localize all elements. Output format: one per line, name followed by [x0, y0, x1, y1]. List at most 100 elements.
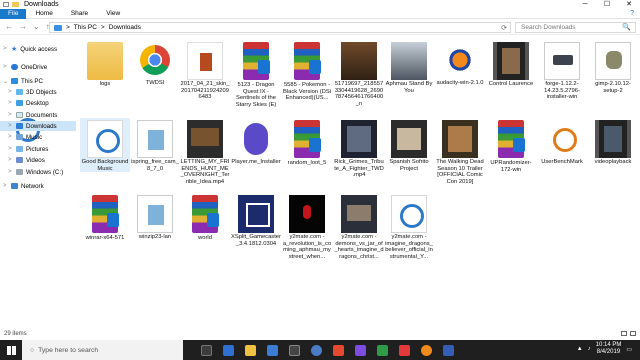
app-icon[interactable] [399, 344, 410, 356]
file-item[interactable]: TWDSI [130, 40, 180, 87]
refresh-icon[interactable]: ⟳ [501, 24, 507, 32]
help-button[interactable]: ? [630, 9, 634, 19]
steam-icon[interactable] [311, 344, 322, 356]
tab-share[interactable]: Share [62, 9, 97, 19]
sidebar-item-this-pc[interactable]: ⌄ This PC [3, 76, 43, 86]
discord-icon[interactable] [355, 344, 366, 356]
file-item[interactable]: y2mate.com - a_revolution_is_coming_aphm… [282, 193, 332, 260]
file-item[interactable]: Aphmau Stand By You [384, 40, 434, 94]
chevron-right-icon[interactable]: > [3, 183, 8, 189]
forward-button[interactable]: → [19, 22, 27, 31]
recent-locations-button[interactable]: ⌄ [33, 22, 40, 31]
close-button[interactable]: ✕ [618, 0, 640, 9]
sidebar-item-windows-c[interactable]: > Windows (C:) [8, 167, 63, 177]
properties-icon[interactable] [3, 2, 9, 7]
file-item[interactable]: 51719697_2185573304419628_26907874564617… [334, 40, 384, 107]
sidebar-item-quick-access[interactable]: > ★ Quick access [3, 44, 57, 54]
task-view-icon[interactable] [201, 344, 212, 356]
clock[interactable]: 10:14 PM 8/4/2019 [596, 342, 622, 356]
file-item[interactable]: XSplit_Gamecaster_3.4.1812.0304 [231, 193, 281, 247]
back-button[interactable]: ← [5, 22, 13, 31]
edge-icon[interactable] [223, 344, 234, 356]
doc-thumbnail-icon [391, 195, 427, 233]
audacity-icon[interactable] [421, 344, 432, 356]
file-item[interactable]: gimp-2.10.12-setup-2 [588, 40, 638, 94]
chrome-icon[interactable] [333, 344, 344, 356]
sidebar-item-onedrive[interactable]: > OneDrive [3, 62, 47, 72]
file-name: Control Laurence [488, 81, 534, 87]
app-icon[interactable] [443, 344, 454, 356]
file-name: ispring_free_cam_8_7_0 [131, 159, 179, 172]
file-item[interactable]: LETTING_MY_FRIENDS_HUNT_ME_OVERNIGHT_Ter… [180, 118, 230, 185]
file-item[interactable]: Good Background Music [80, 118, 130, 173]
new-folder-icon[interactable] [12, 2, 19, 7]
file-item[interactable]: world [180, 193, 230, 242]
sidebar-item-videos[interactable]: > Videos [8, 155, 45, 165]
file-name: y2mate.com - demons_vs_jar_of_hearts_ima… [334, 234, 384, 260]
file-name: Player.me_Installer [231, 159, 281, 165]
app-icon[interactable] [377, 344, 388, 356]
network-icon[interactable]: ▲ [577, 346, 583, 352]
file-item[interactable]: UserBenchMark [537, 118, 587, 166]
sidebar-item-network[interactable]: > Network [3, 181, 44, 191]
folder-thumbnail-icon [87, 42, 123, 80]
start-button[interactable] [0, 340, 22, 360]
file-item[interactable]: Spanish Sofrito Project [384, 118, 434, 172]
notifications-icon[interactable]: ▭ [626, 346, 632, 353]
file-item[interactable]: winrar-x64-571 [80, 193, 130, 242]
chevron-right-icon[interactable]: > [8, 146, 13, 152]
chevron-right-icon[interactable]: > [8, 169, 13, 175]
sidebar-item-documents[interactable]: > Documents [8, 110, 57, 120]
maximize-button[interactable]: ☐ [596, 0, 618, 9]
details-view-button[interactable] [621, 331, 627, 336]
file-item[interactable]: audacity-win-2.1.0 [435, 40, 485, 87]
chevron-right-icon[interactable]: > [8, 100, 13, 106]
file-item[interactable]: Control Laurence [486, 40, 536, 88]
chevron-right-icon[interactable]: > [8, 89, 13, 95]
sidebar-item-3d-objects[interactable]: > 3D Objects [8, 87, 57, 97]
search-input[interactable]: Search Downloads 🔍 [515, 22, 636, 33]
file-item[interactable]: ispring_free_cam_8_7_0 [130, 118, 180, 172]
file-item[interactable]: winzip23-lan [130, 193, 180, 241]
volume-icon[interactable]: ♪ [588, 346, 591, 352]
chevron-right-icon[interactable]: > [3, 64, 8, 70]
chevron-right-icon[interactable]: > [3, 46, 8, 52]
sidebar-item-pictures[interactable]: > Pictures [8, 144, 48, 154]
file-name: logs [99, 81, 111, 87]
chevron-right-icon[interactable]: > [8, 157, 13, 163]
file-item[interactable]: Player.me_Installer [231, 118, 281, 166]
address-bar[interactable]: > This PC > Downloads ⟳ [49, 22, 511, 33]
breadcrumb-this-pc[interactable]: This PC [74, 24, 97, 31]
chevron-right-icon[interactable]: > [8, 112, 13, 118]
file-item[interactable]: 5585 - Pokemon - Black Version (DSi Enha… [282, 40, 332, 102]
file-item[interactable]: y2mate.com - demons_vs_jar_of_hearts_ima… [334, 193, 384, 260]
minimize-button[interactable]: ─ [574, 0, 596, 9]
windows-logo-icon [6, 345, 16, 355]
sidebar-item-desktop[interactable]: > Desktop [8, 98, 49, 108]
store-icon[interactable] [267, 344, 278, 356]
sidebar-item-downloads[interactable]: > Downloads [0, 121, 76, 131]
app-icon[interactable] [289, 344, 300, 356]
file-item[interactable]: logs [80, 40, 130, 88]
large-icons-view-button[interactable] [630, 331, 636, 336]
file-explorer-icon[interactable] [245, 344, 256, 356]
file-name: UPRandomizer-172-win [490, 160, 532, 173]
file-item[interactable]: UPRandomizer-172-win [486, 118, 536, 173]
tab-home[interactable]: Home [26, 9, 61, 19]
file-item[interactable]: 2017_04_21_skin_2017042119242096483 [180, 40, 230, 101]
chevron-right-icon[interactable]: > [8, 134, 13, 140]
tab-file[interactable]: File [0, 8, 27, 19]
chevron-right-icon[interactable]: > [8, 123, 13, 129]
file-item[interactable]: The Walking Dead Season 10 Trailer [OFFI… [435, 118, 485, 185]
file-item[interactable]: 5123 - Dragon Quest IX - Sentinels of th… [231, 40, 281, 108]
tab-view[interactable]: View [97, 9, 129, 19]
breadcrumb-downloads[interactable]: Downloads [109, 24, 141, 31]
file-item[interactable]: random_loot_5 [282, 118, 332, 167]
chevron-down-icon[interactable]: ⌄ [3, 78, 8, 85]
sidebar-item-music[interactable]: > Music [8, 132, 42, 142]
file-item[interactable]: videoplayback [588, 118, 638, 166]
file-item[interactable]: y2mate.com - imagine_dragons_believer_of… [384, 193, 434, 260]
taskbar-search-box[interactable]: ○ Type here to search [22, 340, 183, 360]
file-item[interactable]: Rick_Grimes_Tribute_A_Fighter_TWD.mp4 [334, 118, 384, 179]
file-item[interactable]: forge-1.12.2-14.23.5.2796-installer-win [537, 40, 587, 101]
